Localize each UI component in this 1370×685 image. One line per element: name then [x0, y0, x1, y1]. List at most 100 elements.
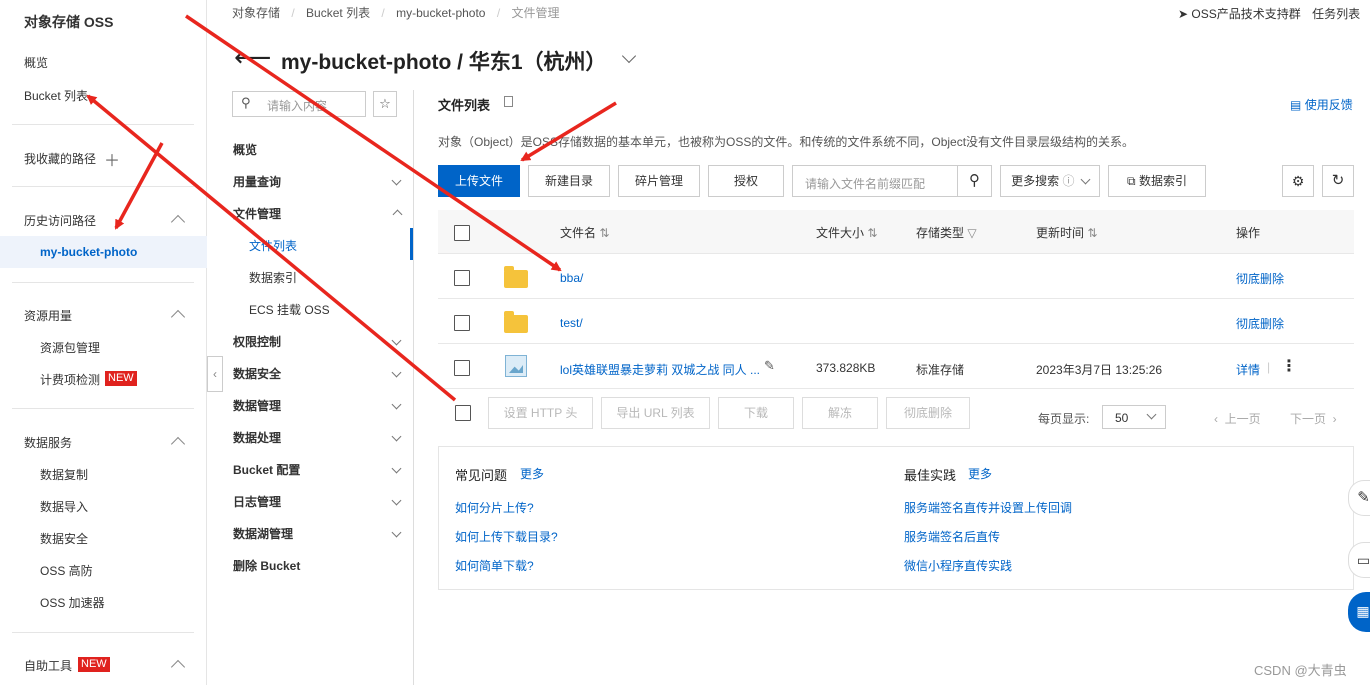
nav-item-billing-check[interactable]: 计费项检测 [40, 371, 100, 388]
breadcrumb-item[interactable]: my-bucket-photo [396, 6, 485, 20]
prev-page-button[interactable]: ‹ 上一页 [1214, 410, 1261, 427]
faq-link[interactable]: 如何分片上传? [455, 499, 534, 516]
chevron-down-icon[interactable] [621, 48, 637, 64]
menu-item-permissions[interactable]: 权限控制 [233, 333, 281, 350]
menu-item-bucket-config[interactable]: Bucket 配置 [233, 461, 300, 478]
menu-item-data-lake[interactable]: 数据湖管理 [233, 525, 293, 542]
bulk-select-checkbox[interactable] [455, 405, 471, 421]
details-link[interactable]: 详情 [1236, 361, 1260, 378]
back-arrow-icon[interactable]: ⟵ [234, 42, 271, 73]
breadcrumb-item[interactable]: 对象存储 [232, 6, 280, 20]
unfreeze-button[interactable]: 解冻 [802, 397, 878, 429]
select-all-checkbox[interactable] [454, 225, 470, 241]
new-directory-button[interactable]: 新建目录 [528, 165, 610, 197]
fragment-management-button[interactable]: 碎片管理 [618, 165, 700, 197]
menu-item-data-index[interactable]: 数据索引 [249, 269, 297, 286]
row-checkbox[interactable] [454, 360, 470, 376]
faq-more-link[interactable]: 更多 [520, 465, 544, 482]
search-icon[interactable]: ⚲ [957, 165, 992, 197]
best-practice-link[interactable]: 微信小程序直传实践 [904, 557, 1012, 574]
filter-icon: ▽ [967, 226, 977, 240]
menu-search-input[interactable]: ⚲ 请输入内容 [232, 91, 366, 117]
nav-item-history-bucket[interactable]: my-bucket-photo [0, 236, 207, 268]
sort-icon: ⇅ [599, 226, 610, 240]
delete-link[interactable]: 彻底删除 [1236, 270, 1284, 287]
nav-item-overview[interactable]: 概览 [24, 54, 48, 71]
file-name-link[interactable]: bba/ [560, 271, 583, 285]
header-label: 更新时间 [1036, 226, 1085, 240]
apps-grid-icon[interactable]: ▦ [1348, 592, 1370, 632]
menu-item-data-management[interactable]: 数据管理 [233, 397, 281, 414]
nav-item-oss-ddos[interactable]: OSS 高防 [40, 562, 93, 579]
data-index-button[interactable]: ⧉ 数据索引 [1108, 165, 1206, 197]
nav-item-data-import[interactable]: 数据导入 [40, 498, 88, 515]
more-search-button[interactable]: 更多搜索 ⓘ [1000, 165, 1100, 197]
menu-item-file-list[interactable]: 文件列表 [249, 237, 297, 254]
set-http-header-button[interactable]: 设置 HTTP 头 [488, 397, 593, 429]
menu-item-data-security[interactable]: 数据安全 [233, 365, 281, 382]
search-icon: ⚲ [241, 95, 251, 110]
faq-link[interactable]: 如何简单下载? [455, 557, 534, 574]
support-group-link[interactable]: OSS产品技术支持群 [1191, 7, 1300, 21]
menu-item-data-processing[interactable]: 数据处理 [233, 429, 281, 446]
file-search-input[interactable]: 请输入文件名前缀匹配 [792, 165, 958, 197]
refresh-icon[interactable]: ↻ [1322, 165, 1354, 197]
doc-icon[interactable] [504, 96, 513, 107]
nav-section-data-service[interactable]: 数据服务 [24, 434, 72, 451]
chevron-up-icon[interactable] [170, 309, 186, 325]
upload-file-button[interactable]: 上传文件 [438, 165, 520, 197]
nav-item-bucket-list[interactable]: Bucket 列表 [24, 87, 88, 104]
row-checkbox[interactable] [454, 315, 470, 331]
chevron-up-icon[interactable] [170, 659, 186, 675]
menu-item-file-management[interactable]: 文件管理 [233, 205, 281, 222]
divider [12, 282, 194, 283]
column-header-size[interactable]: 文件大小 ⇅ [816, 224, 877, 241]
per-page-select[interactable]: 50 [1102, 405, 1166, 429]
settings-icon[interactable]: ⚙ [1282, 165, 1314, 197]
star-icon[interactable]: ☆ [373, 91, 397, 117]
best-practice-link[interactable]: 服务端签名直传并设置上传回调 [904, 499, 1072, 516]
nav-item-favorites[interactable]: 我收藏的路径 [24, 150, 96, 167]
nav-section-self-tools[interactable]: 自助工具 [24, 657, 72, 674]
nav-item-data-replication[interactable]: 数据复制 [40, 466, 88, 483]
feedback-chat-icon[interactable]: ▭ [1348, 542, 1370, 578]
edit-icon[interactable]: ✎ [764, 358, 775, 374]
nav-item-oss-accelerator[interactable]: OSS 加速器 [40, 594, 105, 611]
menu-item-overview[interactable]: 概览 [233, 141, 257, 158]
faq-title: 常见问题 [455, 468, 508, 483]
divider [12, 186, 194, 187]
best-practice-more-link[interactable]: 更多 [968, 465, 992, 482]
nav-item-data-security[interactable]: 数据安全 [40, 530, 88, 547]
menu-item-logs[interactable]: 日志管理 [233, 493, 281, 510]
nav-item-resource-packs[interactable]: 资源包管理 [40, 339, 100, 356]
bulk-delete-button[interactable]: 彻底删除 [886, 397, 970, 429]
more-vertical-icon[interactable]: ⋮ [1281, 356, 1297, 376]
breadcrumb-item[interactable]: Bucket 列表 [306, 6, 370, 20]
nav-section-history[interactable]: 历史访问路径 [24, 212, 96, 229]
add-icon[interactable]: ＋ [104, 147, 120, 171]
menu-item-delete-bucket[interactable]: 删除 Bucket [233, 557, 300, 574]
delete-link[interactable]: 彻底删除 [1236, 315, 1284, 332]
file-name-link[interactable]: lol英雄联盟暴走萝莉 双城之战 同人 ... [560, 361, 760, 378]
collapse-sidebar-handle[interactable]: ‹ [207, 356, 223, 392]
faq-link[interactable]: 如何上传下载目录? [455, 528, 558, 545]
sort-icon: ⇅ [867, 226, 878, 240]
chevron-up-icon[interactable] [170, 214, 186, 230]
menu-item-usage[interactable]: 用量查询 [233, 173, 281, 190]
nav-section-resources[interactable]: 资源用量 [24, 307, 72, 324]
chevron-up-icon[interactable] [170, 436, 186, 452]
menu-item-ecs-mount[interactable]: ECS 挂载 OSS [249, 301, 330, 318]
column-header-filename[interactable]: 文件名 ⇅ [560, 224, 609, 241]
row-checkbox[interactable] [454, 270, 470, 286]
edit-icon[interactable]: ✎ [1348, 480, 1370, 516]
export-url-button[interactable]: 导出 URL 列表 [601, 397, 710, 429]
column-header-updated[interactable]: 更新时间 ⇅ [1036, 224, 1097, 241]
task-list-link[interactable]: 任务列表 [1312, 7, 1360, 21]
authorize-button[interactable]: 授权 [708, 165, 784, 197]
download-button[interactable]: 下载 [718, 397, 794, 429]
next-page-button[interactable]: 下一页 › [1290, 410, 1337, 427]
feedback-link[interactable]: ▤ 使用反馈 [1290, 96, 1353, 113]
column-header-storage-type[interactable]: 存储类型 ▽ [916, 224, 977, 241]
file-name-link[interactable]: test/ [560, 316, 583, 330]
best-practice-link[interactable]: 服务端签名后直传 [904, 528, 1000, 545]
